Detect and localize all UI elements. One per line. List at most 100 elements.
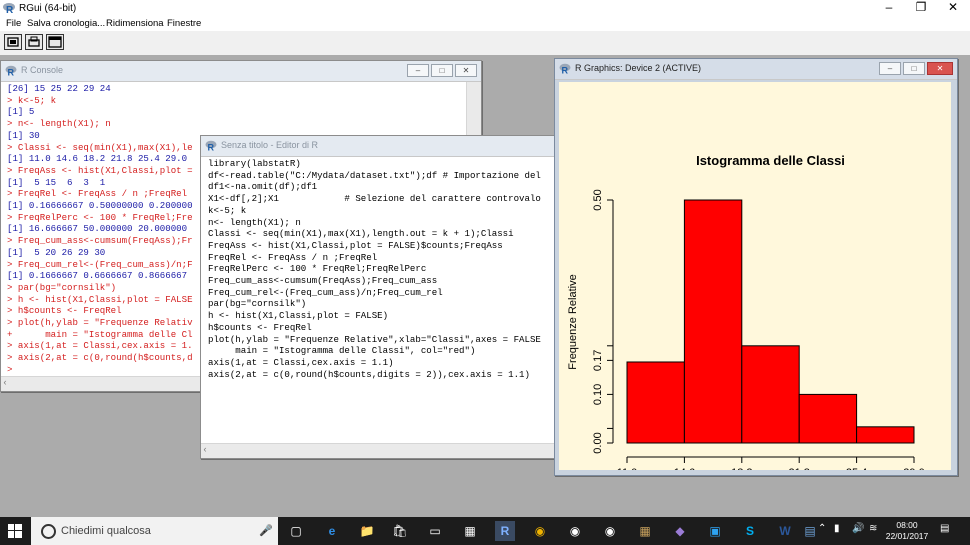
menu-file[interactable]: File xyxy=(6,18,21,29)
copy-button[interactable] xyxy=(4,34,22,50)
console-line: > par(bg="cornsilk") xyxy=(7,281,117,293)
console-line: > axis(2,at = c(0,round(h$counts,d xyxy=(7,352,193,364)
editor-line: FreqAss <- hist(X1,Classi,plot = FALSE)$… xyxy=(208,239,503,251)
console-minimize-button[interactable]: – xyxy=(407,64,429,77)
y-tick-label: 0.50 xyxy=(592,189,604,210)
console-line: > axis(1,at = Classi,cex.axis = 1. xyxy=(7,340,193,352)
console-line: [1] 30 xyxy=(7,129,40,141)
print-icon xyxy=(28,36,40,47)
search-placeholder: Chiedimi qualcosa xyxy=(61,525,151,537)
editor-line: X1<-df[,2];X1 # Selezione del carattere … xyxy=(208,193,541,205)
editor-line: h$counts <- FreqRel xyxy=(208,321,312,333)
file-explorer-icon[interactable]: 📁 xyxy=(357,521,377,541)
console-title: R Console xyxy=(21,65,64,75)
editor-line: k<-5; k xyxy=(208,204,247,216)
x-tick-label: 11.0 xyxy=(617,467,638,470)
battery-icon[interactable]: ▮ xyxy=(834,523,840,534)
edge-icon[interactable]: e xyxy=(322,521,342,541)
rgui-taskbar-icon[interactable]: R xyxy=(495,521,515,541)
notifications-icon[interactable]: ▤ xyxy=(940,523,949,534)
skype-icon[interactable]: S xyxy=(740,521,760,541)
histogram-bar xyxy=(856,426,915,444)
minimize-icon[interactable]: – xyxy=(872,0,906,17)
r-logo-icon: R xyxy=(559,63,571,77)
microphone-icon[interactable]: 🎤 xyxy=(259,524,273,537)
windows-start-icon[interactable] xyxy=(8,524,22,538)
search-box[interactable]: Chiedimi qualcosa 🎤 xyxy=(31,517,278,545)
menu-finestre[interactable]: Finestre xyxy=(167,18,201,29)
clock-date: 22/01/2017 xyxy=(885,531,929,541)
y-axis-label: Frequenze Relative xyxy=(567,274,579,369)
window-button[interactable] xyxy=(46,34,64,50)
console-line: [1] 0.16666667 0.50000000 0.200000 xyxy=(7,200,193,212)
console-close-button[interactable]: ✕ xyxy=(455,64,477,77)
editor-line: plot(h,ylab = "Frequenze Relative",xlab=… xyxy=(208,333,541,345)
word-icon[interactable]: W xyxy=(775,521,795,541)
console-line: [26] 15 25 22 29 24 xyxy=(7,83,111,94)
app-icon[interactable]: ▦ xyxy=(635,521,655,541)
copy-icon xyxy=(7,37,19,47)
console-line: > h <- hist(X1,Classi,plot = FALSE xyxy=(7,293,193,305)
app-icon[interactable]: ◆ xyxy=(670,521,690,541)
chrome-icon[interactable]: ◉ xyxy=(530,521,550,541)
editor-line: axis(1,at = Classi,cex.axis = 1.1) xyxy=(208,356,394,368)
tray-chevron-icon[interactable]: ⌃ xyxy=(818,523,826,534)
histogram-bar xyxy=(741,345,800,444)
console-line: > xyxy=(7,363,18,375)
editor-line: par(bg="cornsilk") xyxy=(208,298,307,310)
app-icon[interactable]: ◉ xyxy=(565,521,585,541)
plot-area: Istogramma delle Classi 11.0 14.6 18.2 21.8 2… xyxy=(559,82,951,475)
terminal-icon[interactable]: ▭ xyxy=(425,521,445,541)
chart-title: Istogramma delle Classi xyxy=(696,153,845,168)
app-icon[interactable]: ▣ xyxy=(705,521,725,541)
clock[interactable]: 08:00 22/01/2017 xyxy=(884,520,930,542)
console-titlebar[interactable]: R R Console – □ ✕ xyxy=(1,61,481,82)
console-line: [1] 5 15 6 3 1 xyxy=(7,176,106,188)
store-icon[interactable]: 🛍 xyxy=(390,521,410,541)
print-button[interactable] xyxy=(25,34,43,50)
graphics-window[interactable]: R R Graphics: Device 2 (ACTIVE) – □ ✕ Isto… xyxy=(554,58,958,476)
graphics-minimize-button[interactable]: – xyxy=(879,62,901,75)
console-output[interactable]: [26] 15 25 22 29 24 > k<-5; k [1] 5 > n<- l… xyxy=(7,83,193,376)
console-line: > FreqRelPerc <- 100 * FreqRel;Fre xyxy=(7,211,193,223)
graphics-close-button[interactable]: ✕ xyxy=(927,62,953,75)
menu-salva-cronologia[interactable]: Salva cronologia... xyxy=(27,18,105,29)
editor-titlebar[interactable]: R Senza titolo - Editor di R xyxy=(201,136,557,157)
x-tick-label: 14.6 xyxy=(674,467,695,470)
console-maximize-button[interactable]: □ xyxy=(431,64,453,77)
x-tick-label: 25.4 xyxy=(846,467,867,470)
editor-window[interactable]: R Senza titolo - Editor di R library(lab… xyxy=(200,135,558,459)
console-line: > Classi <- seq(min(X1),max(X1),le xyxy=(7,141,193,153)
volume-icon[interactable]: 🔊 xyxy=(852,523,864,534)
console-line: > FreqAss <- hist(X1,Classi,plot = xyxy=(7,164,193,176)
editor-text-area[interactable]: library(labstatR) df<-read.table("C:/Myda… xyxy=(208,158,541,380)
app-icon[interactable]: ▦ xyxy=(460,521,480,541)
task-view-icon[interactable]: ▢ xyxy=(286,521,306,541)
app-icon[interactable]: ▤ xyxy=(800,521,820,541)
app-titlebar: R RGui (64-bit) – ❐ ✕ xyxy=(0,0,970,17)
wifi-icon[interactable]: ≋ xyxy=(869,523,877,534)
console-line: [1] 0.1666667 0.6666667 0.8666667 xyxy=(7,270,188,282)
editor-horizontal-scrollbar[interactable]: ‹ xyxy=(201,443,557,458)
app-icon[interactable]: ◉ xyxy=(600,521,620,541)
window-icon xyxy=(48,36,62,48)
maximize-icon[interactable]: ❐ xyxy=(904,0,938,17)
y-tick-label: 0.10 xyxy=(592,384,604,405)
svg-text:R: R xyxy=(8,68,15,77)
console-line: > k<-5; k xyxy=(7,94,57,106)
editor-line: Classi <- seq(min(X1),max(X1),length.out… xyxy=(208,228,514,240)
editor-line: FreqRelPerc <- 100 * FreqRel;FreqRelPerc xyxy=(208,263,427,275)
console-line: > plot(h,ylab = "Frequenze Relativ xyxy=(7,317,193,329)
histogram-bar xyxy=(626,361,685,444)
menu-ridimensiona[interactable]: Ridimensiona xyxy=(106,18,164,29)
console-line: > Freq_cum_ass<-cumsum(FreqAss);Fr xyxy=(7,235,193,247)
graphics-titlebar[interactable]: R R Graphics: Device 2 (ACTIVE) – □ ✕ xyxy=(555,59,957,80)
svg-text:R: R xyxy=(6,5,14,14)
console-line: [1] 5 xyxy=(7,106,35,118)
graphics-maximize-button[interactable]: □ xyxy=(903,62,925,75)
editor-line: df1<-na.omit(df);df1 xyxy=(208,181,318,193)
y-tick-label: 0.17 xyxy=(592,350,604,371)
console-line: [1] 16.666667 50.000000 20.000000 xyxy=(7,223,188,235)
console-line: + main = "Istogramma delle Cl xyxy=(7,328,193,340)
close-icon[interactable]: ✕ xyxy=(936,0,970,17)
